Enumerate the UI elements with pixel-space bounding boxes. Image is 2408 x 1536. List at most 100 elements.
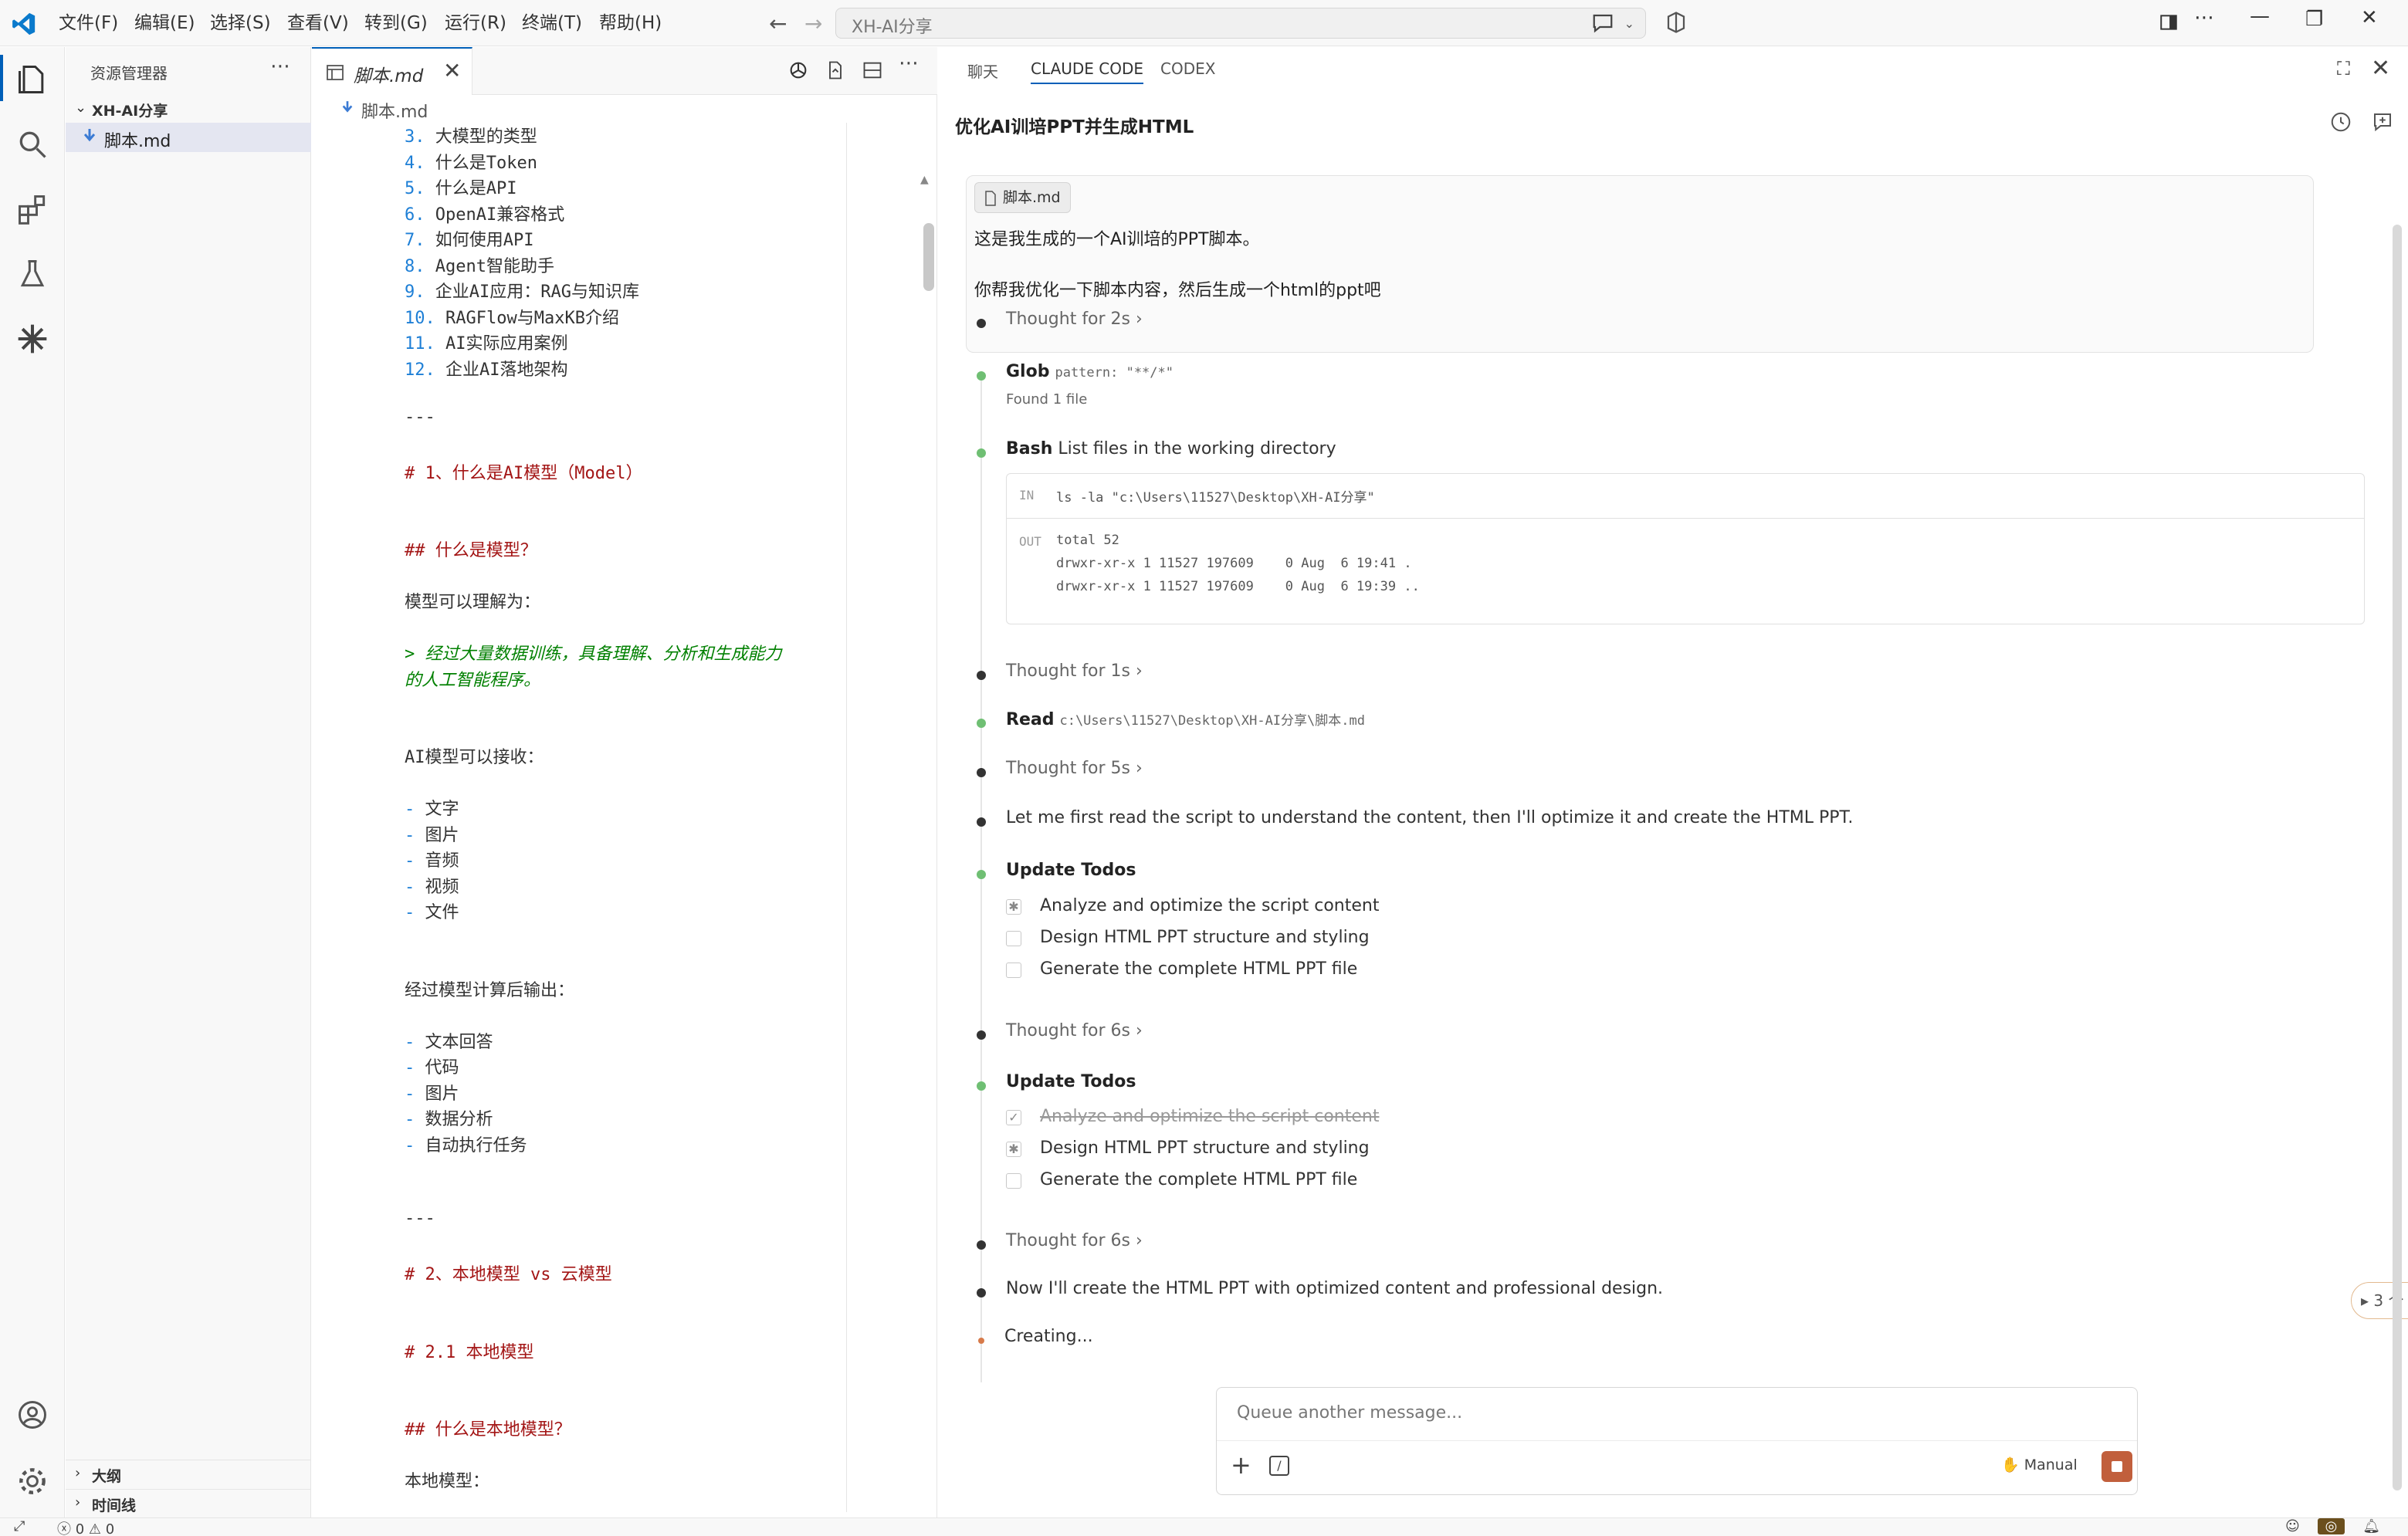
problems-indicator[interactable]: ⓧ 0 ⚠ 0 (57, 1518, 114, 1536)
status-bar: ⤢ ⓧ 0 ⚠ 0 ☺ ◎ 🔔︎ (0, 1517, 2408, 1536)
thought-toggle[interactable]: Thought for 6s › (1006, 1231, 1143, 1250)
more-icon[interactable]: ⋯ (270, 55, 290, 78)
back-arrow-icon[interactable]: ← (769, 11, 787, 36)
slash-command-icon[interactable]: / (1269, 1456, 1289, 1476)
bash-output-box[interactable]: IN ls -la "c:\Users\11527\Desktop\XH-AI分… (1006, 473, 2365, 624)
claude-icon[interactable] (15, 322, 49, 356)
step-dot (977, 371, 986, 381)
outline-section[interactable]: › 大纲 (66, 1460, 311, 1487)
search-icon[interactable] (15, 127, 49, 161)
checkbox-icon (1006, 931, 1021, 946)
menu-selection[interactable]: 选择(S) (210, 11, 271, 36)
menu-help[interactable]: 帮助(H) (599, 11, 662, 36)
code-line: 模型可以理解为： (405, 588, 540, 613)
chevron-right-icon: › (1136, 1021, 1143, 1040)
minimize-icon[interactable]: — (2250, 5, 2270, 28)
restore-icon[interactable]: ❐ (2305, 8, 2323, 31)
tab-codex[interactable]: CODEX (1160, 59, 1215, 78)
forward-arrow-icon[interactable]: → (804, 11, 822, 36)
step-dot (977, 1288, 986, 1297)
list-marker: - (405, 903, 425, 922)
file-row[interactable]: 脚本.md (66, 123, 311, 152)
step-dot (977, 448, 986, 458)
scroll-thumb[interactable] (923, 223, 934, 291)
code-line: - 数据分析 (405, 1105, 493, 1130)
breadcrumb[interactable]: 脚本.md (312, 95, 937, 123)
folder-row[interactable]: ⌄ XH-AI分享 (66, 98, 311, 121)
chevron-down-icon[interactable]: ⌄ (1624, 16, 1634, 31)
code-area[interactable]: 3. 大模型的类型 4. 什么是Token 5. 什么是API 6. OpenAI兼容… (405, 123, 906, 1512)
testing-flask-icon[interactable] (15, 257, 49, 291)
read-path: c:\Users\11527\Desktop\XH-AI分享\脚本.md (1059, 713, 1365, 729)
chevron-right-icon: › (1136, 1231, 1143, 1250)
claude-status-icon[interactable]: ◎ (2317, 1518, 2345, 1534)
panel-scrollbar[interactable] (2393, 225, 2402, 1490)
chat-icon[interactable] (1591, 12, 1614, 35)
menu-view[interactable]: 查看(V) (287, 11, 349, 36)
glob-step[interactable]: Glob pattern: "**/*" (1006, 362, 1174, 381)
extensions-icon[interactable] (15, 192, 49, 226)
command-center-text: XH-AI分享 (852, 18, 933, 37)
chevron-right-icon: › (1136, 310, 1143, 329)
menu-terminal[interactable]: 终端(T) (522, 11, 582, 36)
menu-file[interactable]: 文件(F) (59, 11, 118, 36)
toggle-sidebar-icon[interactable] (2159, 12, 2179, 32)
line-text: 大模型的类型 (435, 127, 537, 147)
attachment-name: 脚本.md (1003, 189, 1061, 206)
more-icon[interactable]: ⋯ (2194, 6, 2214, 29)
openai-icon[interactable] (787, 59, 809, 81)
step-dot (977, 719, 986, 728)
menu-edit[interactable]: 编辑(E) (134, 11, 195, 36)
add-attachment-icon[interactable]: + (1231, 1453, 1251, 1477)
editor-tab-bar: 脚本.md ✕ ⋯ (312, 47, 937, 95)
stop-button[interactable] (2101, 1451, 2132, 1482)
split-editor-icon[interactable] (862, 59, 883, 81)
list-number: 6. (405, 205, 425, 225)
code-line: 3. 大模型的类型 (405, 123, 537, 147)
chevron-down-icon: ⌄ (75, 100, 87, 116)
line-text: 图片 (425, 825, 459, 845)
list-marker: - (405, 1110, 425, 1129)
code-line: ## 什么是本地模型？ (405, 1416, 571, 1440)
message-input-box[interactable]: Queue another message... + / ✋ Manual (1216, 1387, 2138, 1495)
line-text: --- (405, 407, 435, 427)
account-icon[interactable] (15, 1398, 49, 1432)
line-text: 企业AI落地架构 (445, 360, 568, 380)
thought-toggle[interactable]: Thought for 5s › (1006, 759, 1143, 778)
timeline-section[interactable]: › 时间线 (66, 1489, 311, 1517)
scroll-up-icon[interactable]: ▲ (920, 174, 929, 186)
thought-toggle[interactable]: Thought for 2s › (1006, 310, 1143, 329)
chevron-right-icon: › (1136, 661, 1143, 681)
command-center-search[interactable]: XH-AI分享 ⌄ (835, 8, 1646, 39)
menu-go[interactable]: 转到(G) (364, 11, 428, 36)
history-clock-icon[interactable] (2329, 110, 2352, 134)
line-text: 经过模型计算后输出： (405, 980, 575, 1000)
bash-step[interactable]: Bash List files in the working directory (1006, 439, 1336, 458)
close-window-icon[interactable]: ✕ (2361, 6, 2378, 29)
tool-name: Read (1006, 710, 1055, 729)
thought-toggle[interactable]: Thought for 6s › (1006, 1021, 1143, 1040)
close-icon[interactable]: ✕ (2371, 55, 2390, 82)
copilot-status-icon[interactable]: ☺ (2285, 1518, 2300, 1534)
copilot-icon[interactable] (1665, 11, 1688, 34)
tab-chat[interactable]: 聊天 (967, 59, 998, 82)
more-icon[interactable]: ⋯ (899, 52, 919, 75)
close-icon[interactable]: ✕ (443, 58, 461, 83)
remote-icon[interactable]: ⤢ (14, 1518, 25, 1534)
thought-toggle[interactable]: Thought for 1s › (1006, 661, 1143, 681)
settings-gear-icon[interactable] (15, 1464, 49, 1498)
mode-button[interactable]: ✋ Manual (2001, 1456, 2078, 1473)
open-changes-icon[interactable] (825, 59, 846, 81)
editor-tab[interactable]: 脚本.md ✕ (312, 47, 472, 95)
explorer-icon[interactable] (15, 63, 49, 96)
attachment-chip[interactable]: 脚本.md (974, 182, 1071, 213)
new-chat-icon[interactable] (2371, 110, 2394, 134)
menu-run[interactable]: 运行(R) (445, 11, 506, 36)
maximize-icon[interactable]: ⛶ (2337, 58, 2350, 80)
thought-label: Thought for 2s (1006, 310, 1131, 329)
code-line: - 文件 (405, 898, 459, 923)
tab-claude-code[interactable]: CLAUDE CODE (1031, 59, 1144, 84)
notifications-bell-icon[interactable]: 🔔︎ (2362, 1518, 2380, 1534)
read-step[interactable]: Read c:\Users\11527\Desktop\XH-AI分享\脚本.m… (1006, 709, 1365, 729)
editor-scrollbar[interactable]: ▲ ▼ (920, 123, 937, 1512)
